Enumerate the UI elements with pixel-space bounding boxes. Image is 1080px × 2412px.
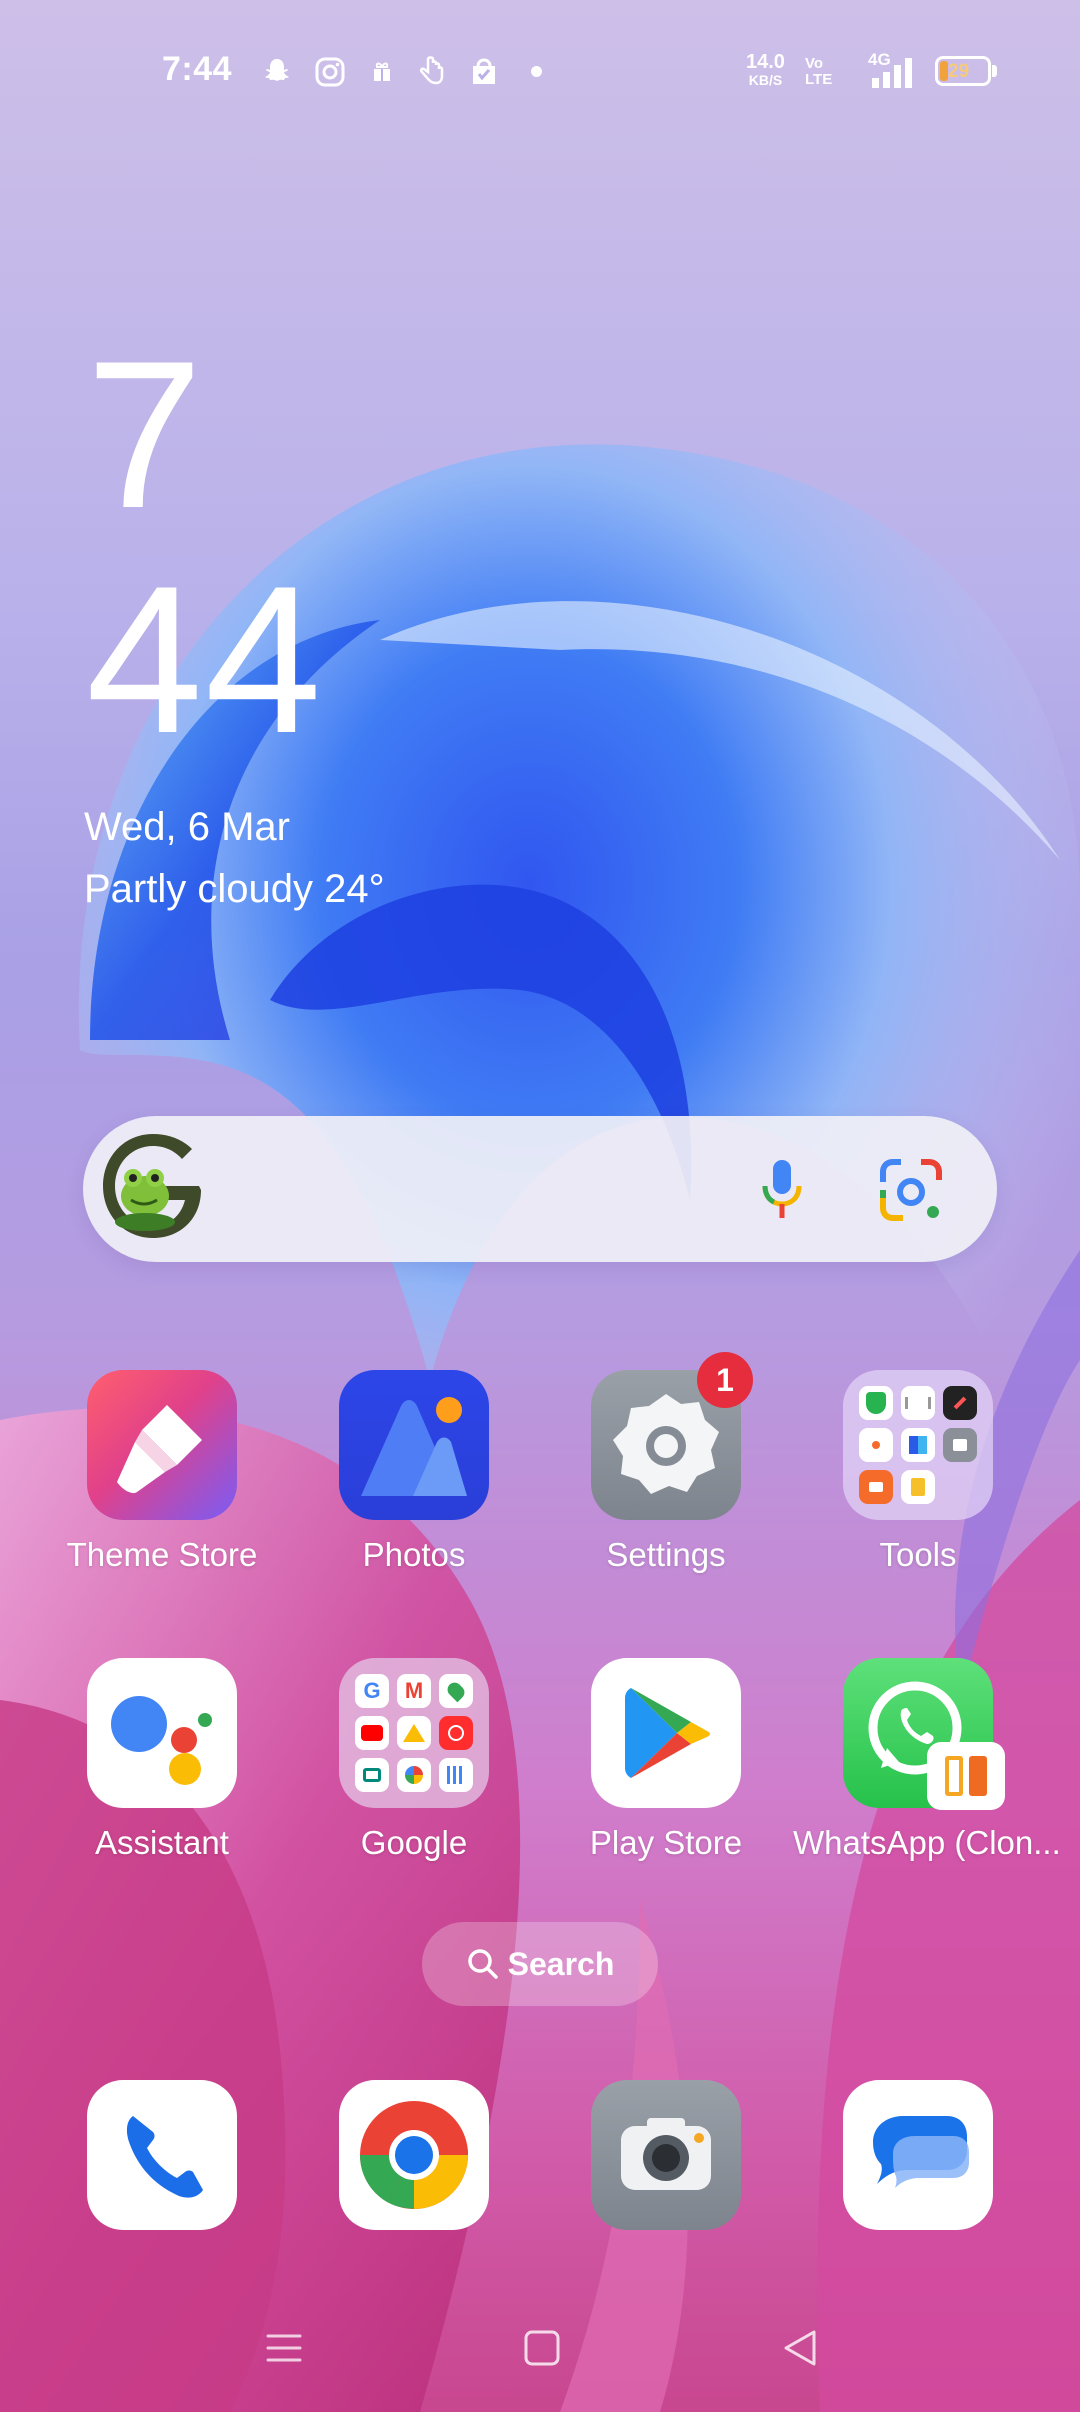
app-play-store[interactable]: Play Store [541,1658,791,1862]
status-time: 7:44 [162,50,233,88]
gift-icon [374,62,390,81]
battery-tip [992,65,997,77]
radio-icon [859,1470,893,1504]
google-search-bar[interactable] [83,1116,997,1262]
photos-icon [339,1370,489,1520]
google-folder-icon: G M [339,1658,489,1808]
assistant-dots-icon [111,1696,212,1785]
dock-chrome[interactable] [339,2080,489,2230]
google-photos-icon [397,1758,431,1792]
app-label: Play Store [589,1824,743,1861]
app-assistant[interactable]: Assistant [37,1658,287,1862]
play-store-icon [591,1658,741,1808]
back-icon[interactable] [770,2318,830,2378]
sim-icon [901,1470,935,1504]
signal-icon [872,58,912,88]
folder-preview: G M [355,1674,473,1792]
more-notifications-dot [531,66,542,77]
brush-icon [117,1405,202,1494]
dock-phone[interactable] [87,2080,237,2230]
folder-tools[interactable]: Tools [793,1370,1043,1574]
weather-text: Partly cloudy 24° [84,867,385,911]
meet-icon [355,1758,389,1792]
volte-indicator: Vo LTE [805,56,832,88]
settings-icon: 1 [591,1352,753,1520]
recorder-icon [901,1386,935,1420]
app-theme-store[interactable]: Theme Store [37,1370,287,1574]
camera-icon [621,2118,711,2190]
drive-icon [397,1716,431,1750]
lock-icon [943,1428,977,1462]
dock-messages[interactable] [843,2080,993,2230]
compass-icon [943,1386,977,1420]
screen-record-icon [859,1428,893,1462]
home-screen: 7:44 14.0 KB/S Vo LTE 4G 29 7 44 Wed, 6 … [0,0,1080,2412]
google-doodle-icon[interactable] [101,1134,211,1244]
hand-icon [419,56,444,85]
folder-google[interactable]: G M Google [289,1658,539,1862]
dock-camera[interactable] [591,2080,741,2230]
battery-level: 29 [948,61,970,82]
maps-icon [439,1674,473,1708]
network-speed-unit: KB/S [748,72,783,88]
app-label: Tools [879,1536,957,1573]
battery-icon: 29 [935,56,991,86]
play-triangle-icon [625,1688,710,1778]
network-speed-value: 14.0 [746,51,785,73]
tools-folder-icon [843,1370,993,1520]
instagram-icon [315,57,345,87]
app-settings[interactable]: 1 Settings [541,1352,791,1574]
youtube-icon [355,1716,389,1750]
mic-icon[interactable] [743,1150,821,1228]
status-bar: 7:44 14.0 KB/S Vo LTE 4G 29 [0,0,1080,145]
folder-preview [859,1386,977,1504]
clock-minute: 44 [86,542,324,777]
volte-line2: LTE [805,71,833,88]
gmail-icon: M [397,1674,431,1708]
youtube-music-icon [439,1716,473,1750]
volte-line1: Vo [805,55,824,72]
assistant-icon [87,1658,237,1808]
app-label: WhatsApp (Clon... [793,1824,1061,1861]
search-icon [467,1949,498,1979]
network-speed: 14.0 KB/S [746,52,785,88]
mountain-icon [361,1397,467,1496]
snapchat-icon [265,59,289,81]
app-search-label: Search [507,1945,615,1982]
map-icon [901,1428,935,1462]
google-lens-icon[interactable] [873,1152,949,1228]
date-text: Wed, 6 Mar [84,805,290,849]
shield-icon [859,1386,893,1420]
app-label: Assistant [95,1824,229,1861]
app-label: Settings [606,1536,726,1573]
shopping-bag-icon [473,58,495,84]
clone-badge-icon [927,1742,1005,1810]
app-search-button[interactable]: Search [422,1922,658,2006]
notification-badge: 1 [697,1352,753,1408]
google-app-icon: G [355,1674,389,1708]
battery-fill [940,61,948,81]
app-whatsapp-clone[interactable]: WhatsApp (Clon... [793,1658,1061,1862]
theme-store-icon [87,1370,237,1520]
home-icon[interactable] [512,2318,572,2378]
app-photos[interactable]: Photos [289,1370,539,1574]
clock-hour: 7 [86,317,203,552]
phone-icon [126,2116,203,2198]
app-label: Google [360,1824,468,1861]
app-label: Theme Store [66,1536,258,1573]
messages-icon [873,2116,969,2188]
podcasts-icon [439,1758,473,1792]
app-label: Photos [362,1536,466,1573]
whatsapp-clone-icon [843,1658,1005,1810]
chrome-icon [359,2101,469,2209]
menu-icon[interactable] [254,2318,314,2378]
